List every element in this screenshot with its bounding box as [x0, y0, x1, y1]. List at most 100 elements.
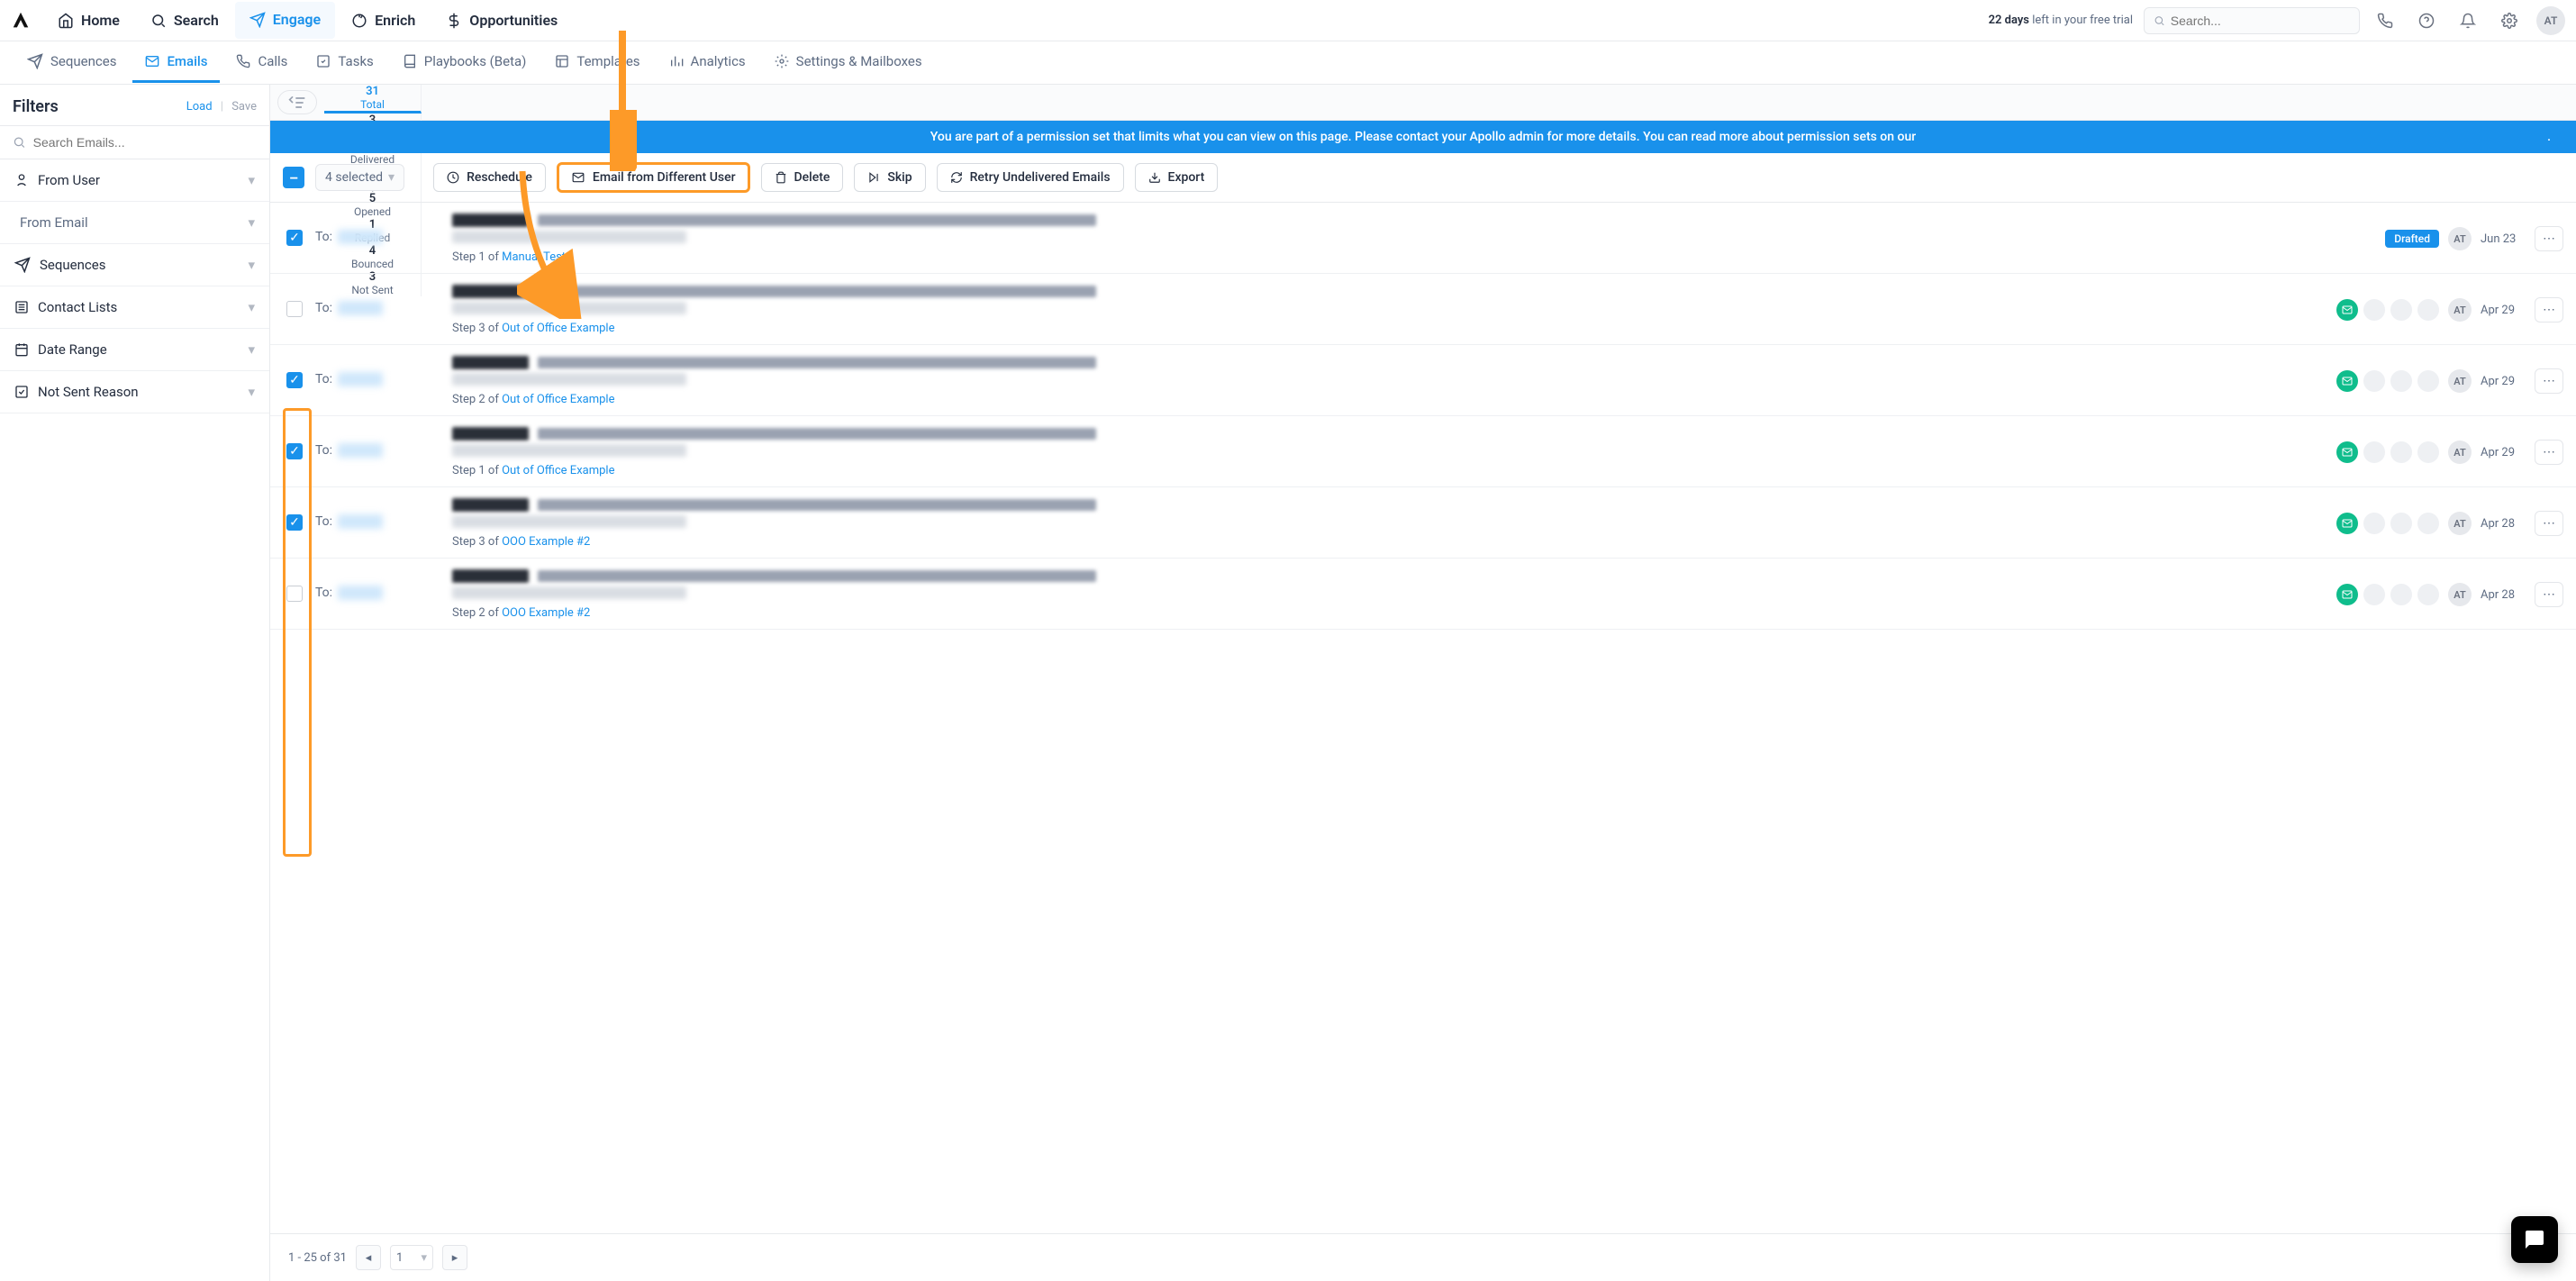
collapse-filters-button[interactable]	[277, 90, 317, 114]
checkbox-icon	[14, 385, 29, 399]
prev-page-button[interactable]: ◂	[356, 1245, 381, 1270]
export-button[interactable]: Export	[1135, 163, 1219, 192]
sequence-link[interactable]: Manual Test	[502, 250, 566, 264]
email-preview: Step 2 of OOO Example #2	[452, 569, 2318, 620]
filter-label: Not Sent Reason	[38, 384, 139, 400]
row-more-button[interactable]: ⋯	[2535, 511, 2563, 536]
subtab-analytics[interactable]: Analytics	[657, 42, 758, 83]
global-search-input[interactable]	[2171, 14, 2350, 28]
search-icon	[2154, 14, 2165, 27]
subtab-emails[interactable]: Emails	[132, 42, 220, 83]
chevron-down-icon: ▾	[248, 257, 255, 273]
filters-title: Filters	[13, 97, 59, 116]
top-nav-engage[interactable]: Engage	[235, 2, 335, 39]
chevron-down-icon: ▾	[388, 170, 395, 185]
retry-button[interactable]: Retry Undelivered Emails	[937, 163, 1124, 192]
chat-widget[interactable]	[2511, 1216, 2558, 1263]
filter-label: From User	[38, 172, 100, 188]
app-logo	[11, 11, 31, 31]
email-row[interactable]: ✓ To:xxxxxx Step 1 of Manual Test Drafte…	[270, 203, 2576, 274]
subtab-calls[interactable]: Calls	[223, 42, 300, 83]
pagination: 1 - 25 of 31 ◂ 1▾ ▸	[270, 1233, 2576, 1281]
step-info: Step 3 of Out of Office Example	[452, 322, 2318, 335]
select-all-indicator[interactable]: –	[283, 167, 304, 188]
filter-search-input[interactable]	[33, 135, 257, 150]
top-nav-search[interactable]: Search	[136, 2, 233, 39]
sent-status-dot	[2336, 441, 2358, 463]
nav-label: Engage	[273, 11, 321, 28]
skip-button[interactable]: Skip	[854, 163, 925, 192]
subtab-tasks[interactable]: Tasks	[304, 42, 385, 83]
selected-count-chip[interactable]: 4 selected ▾	[315, 164, 404, 191]
email-different-user-button[interactable]: Email from Different User	[557, 162, 750, 193]
top-nav-opportunities[interactable]: Opportunities	[431, 2, 572, 39]
sequence-link[interactable]: Out of Office Example	[502, 393, 614, 406]
subtab-settings-mailboxes[interactable]: Settings & Mailboxes	[762, 42, 935, 83]
filter-from-email[interactable]: From Email▾	[0, 202, 269, 244]
book-icon	[403, 54, 417, 68]
row-date: Jun 23	[2481, 232, 2526, 246]
stat-total[interactable]: 31Total	[324, 85, 422, 114]
skip-icon	[867, 171, 880, 184]
delete-button[interactable]: Delete	[761, 163, 844, 192]
email-row[interactable]: ✓ To:xxxxxx Step 2 of Out of Office Exam…	[270, 345, 2576, 416]
subtab-sequences[interactable]: Sequences	[14, 42, 129, 83]
row-more-button[interactable]: ⋯	[2535, 440, 2563, 465]
filter-label: Date Range	[38, 341, 107, 358]
row-checkbox[interactable]	[286, 586, 303, 602]
phone-icon[interactable]	[2371, 6, 2399, 35]
top-nav-home[interactable]: Home	[43, 2, 134, 39]
sequence-link[interactable]: Out of Office Example	[502, 322, 614, 335]
status-dots	[2336, 584, 2439, 605]
step-info: Step 2 of OOO Example #2	[452, 606, 2318, 620]
reschedule-button[interactable]: Reschedule	[433, 163, 546, 192]
row-more-button[interactable]: ⋯	[2535, 297, 2563, 323]
row-date: Apr 28	[2481, 517, 2526, 531]
row-checkbox[interactable]: ✓	[286, 514, 303, 531]
user-avatar[interactable]: AT	[2536, 6, 2565, 35]
row-checkbox[interactable]: ✓	[286, 443, 303, 459]
help-icon[interactable]	[2412, 6, 2441, 35]
email-row[interactable]: To:xxxxxx Step 3 of Out of Office Exampl…	[270, 274, 2576, 345]
save-filters-link[interactable]: Save	[231, 100, 257, 114]
settings-icon[interactable]	[2495, 6, 2524, 35]
sequence-link[interactable]: OOO Example #2	[502, 535, 590, 549]
email-row[interactable]: ✓ To:xxxxxx Step 1 of Out of Office Exam…	[270, 416, 2576, 487]
sequence-link[interactable]: Out of Office Example	[502, 464, 614, 477]
row-more-button[interactable]: ⋯	[2535, 226, 2563, 251]
sequence-link[interactable]: OOO Example #2	[502, 606, 590, 620]
nav-label: Search	[174, 12, 219, 29]
top-nav: Home Search Engage EnrichOpportunities	[43, 2, 1989, 39]
load-filters-link[interactable]: Load	[186, 100, 213, 114]
main-content: 31Total3Drafted21Delivered16Not Opened5O…	[270, 85, 2576, 1281]
chevron-down-icon: ▾	[248, 299, 255, 315]
stat-label: Total	[360, 98, 385, 111]
filter-label: From Email	[20, 214, 88, 231]
global-search[interactable]	[2144, 7, 2360, 34]
email-row[interactable]: To:xxxxxx Step 2 of OOO Example #2 AT Ap…	[270, 559, 2576, 630]
top-nav-enrich[interactable]: Enrich	[337, 2, 430, 39]
next-page-button[interactable]: ▸	[442, 1245, 467, 1270]
filter-contact-lists[interactable]: Contact Lists▾	[0, 286, 269, 329]
email-list: ✓ To:xxxxxx Step 1 of Manual Test Drafte…	[270, 203, 2576, 1233]
filter-sequences[interactable]: Sequences▾	[0, 244, 269, 286]
nav-label: Home	[81, 12, 120, 29]
row-checkbox[interactable]: ✓	[286, 372, 303, 388]
subtab-playbooks-beta-[interactable]: Playbooks (Beta)	[390, 42, 540, 83]
filter-not-sent-reason[interactable]: Not Sent Reason▾	[0, 371, 269, 413]
row-checkbox[interactable]	[286, 301, 303, 317]
page-select[interactable]: 1▾	[390, 1245, 433, 1270]
dollar-icon	[446, 13, 462, 29]
row-date: Apr 29	[2481, 375, 2526, 388]
row-checkbox[interactable]: ✓	[286, 230, 303, 246]
filter-search[interactable]	[0, 125, 269, 159]
email-row[interactable]: ✓ To:xxxxxx Step 3 of OOO Example #2 AT …	[270, 487, 2576, 559]
filter-from-user[interactable]: From User▾	[0, 159, 269, 202]
bell-icon[interactable]	[2454, 6, 2482, 35]
download-icon	[1148, 171, 1161, 184]
filter-date-range[interactable]: Date Range▾	[0, 329, 269, 371]
row-more-button[interactable]: ⋯	[2535, 368, 2563, 394]
clock-icon	[447, 171, 459, 184]
row-more-button[interactable]: ⋯	[2535, 582, 2563, 607]
subtab-templates[interactable]: Templates	[542, 42, 652, 83]
